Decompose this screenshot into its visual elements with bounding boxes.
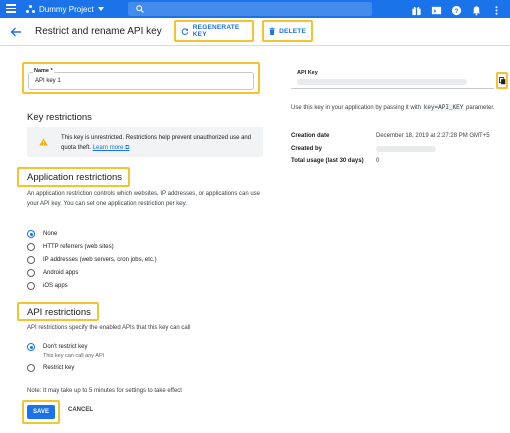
copy-icon bbox=[499, 77, 506, 85]
delete-button[interactable]: DELETE bbox=[262, 20, 313, 42]
radio-label: Android apps bbox=[43, 270, 79, 276]
name-field-value[interactable]: API key 1 bbox=[35, 78, 61, 84]
api-key-help: Use this key in your application by pass… bbox=[291, 103, 503, 113]
hamburger-menu-icon[interactable] bbox=[6, 4, 16, 14]
api-key-param-code: key=API_KEY bbox=[422, 104, 465, 111]
search-icon bbox=[136, 5, 144, 13]
app-restriction-option-http-referrers[interactable]: HTTP referrers (web sites) bbox=[27, 242, 114, 252]
api-restrictions-title: API restrictions bbox=[27, 307, 91, 318]
back-arrow-icon[interactable] bbox=[10, 26, 22, 38]
warning-text: This key is unrestricted. Restrictions h… bbox=[61, 135, 252, 151]
created-by-label: Created by bbox=[291, 146, 323, 152]
app-restriction-option-android-apps[interactable]: Android apps bbox=[27, 268, 78, 278]
delete-label: DELETE bbox=[279, 27, 306, 35]
name-field-highlight: API key 1 Name * bbox=[22, 62, 260, 94]
learn-more-label: Learn more bbox=[92, 145, 124, 151]
radio-button-checked[interactable] bbox=[27, 343, 35, 351]
top-app-bar: Dummy Project ? bbox=[0, 0, 510, 18]
save-button[interactable]: SAVE bbox=[27, 405, 55, 419]
name-field-label: Name * bbox=[33, 68, 54, 74]
refresh-icon bbox=[181, 27, 189, 35]
radio-label: IP addresses (web servers, cron jobs, et… bbox=[43, 257, 157, 263]
radio-button-checked[interactable] bbox=[27, 230, 35, 238]
settings-delay-note: Note: It may take up to 5 minutes for se… bbox=[27, 388, 182, 394]
radio-button[interactable] bbox=[27, 269, 35, 277]
radio-label: Restrict key bbox=[43, 365, 75, 371]
app-restriction-option-none[interactable]: None bbox=[27, 229, 57, 239]
regenerate-key-label: REGENERATE KEY bbox=[192, 24, 240, 38]
application-restrictions-description: An application restriction controls whic… bbox=[27, 191, 261, 207]
creation-date-value: December 18, 2019 at 2:27:28 PM GMT+5 bbox=[376, 133, 490, 139]
bell-icon[interactable] bbox=[471, 3, 482, 16]
radio-label: Don't restrict key This key can call any… bbox=[43, 342, 104, 360]
radio-label: iOS apps bbox=[43, 283, 68, 289]
regenerate-key-button[interactable]: REGENERATE KEY bbox=[174, 20, 254, 42]
save-button-highlight: SAVE bbox=[22, 400, 60, 424]
api-key-help-suffix: parameter. bbox=[466, 105, 495, 111]
application-restrictions-highlight: Application restrictions bbox=[17, 167, 130, 187]
radio-label: None bbox=[43, 231, 58, 237]
more-vert-icon[interactable] bbox=[491, 3, 502, 15]
gift-icon[interactable] bbox=[411, 3, 422, 16]
application-restrictions-title: Application restrictions bbox=[27, 172, 123, 183]
open-in-new-icon: ⧉ bbox=[125, 145, 130, 151]
dont-restrict-sublabel: This key can call any API bbox=[43, 353, 105, 359]
name-field[interactable]: API key 1 bbox=[28, 72, 254, 90]
terminal-icon[interactable] bbox=[431, 3, 442, 15]
api-key-label: API Key bbox=[297, 70, 318, 76]
radio-button[interactable] bbox=[27, 364, 35, 372]
help-icon[interactable]: ? bbox=[451, 3, 462, 16]
total-usage-label: Total usage (last 30 days) bbox=[291, 158, 364, 164]
radio-button[interactable] bbox=[27, 282, 35, 290]
dont-restrict-label: Don't restrict key bbox=[43, 344, 88, 350]
radio-button[interactable] bbox=[27, 256, 35, 264]
svg-text:?: ? bbox=[455, 8, 459, 15]
api-key-field[interactable] bbox=[291, 73, 494, 89]
unrestricted-warning: This key is unrestricted. Restrictions h… bbox=[27, 127, 263, 157]
key-restrictions-title: Key restrictions bbox=[27, 112, 92, 123]
total-usage-value: 0 bbox=[376, 158, 380, 164]
created-by-value-redacted bbox=[376, 146, 436, 152]
api-restrictions-highlight: API restrictions bbox=[17, 302, 99, 321]
cancel-button[interactable]: CANCEL bbox=[68, 407, 93, 413]
learn-more-link[interactable]: Learn more ⧉ bbox=[93, 145, 130, 151]
project-icon bbox=[26, 4, 35, 14]
app-restriction-option-ios-apps[interactable]: iOS apps bbox=[27, 281, 68, 291]
app-restriction-option-ip-addresses[interactable]: IP addresses (web servers, cron jobs, et… bbox=[27, 255, 157, 265]
api-key-help-prefix: Use this key in your application by pass… bbox=[291, 105, 422, 111]
page-header: Restrict and rename API key REGENERATE K… bbox=[0, 18, 510, 46]
copy-api-key-button[interactable] bbox=[496, 72, 508, 89]
api-restrictions-description: API restrictions specify the enabled API… bbox=[27, 325, 191, 331]
api-key-value-redacted bbox=[297, 79, 467, 85]
chevron-down-icon bbox=[97, 7, 104, 11]
radio-label: HTTP referrers (web sites) bbox=[43, 244, 114, 250]
project-name: Dummy Project bbox=[39, 4, 94, 14]
search-bar[interactable] bbox=[128, 2, 372, 16]
radio-button[interactable] bbox=[27, 243, 35, 251]
api-restriction-option-dont-restrict[interactable]: Don't restrict key This key can call any… bbox=[27, 342, 104, 360]
creation-date-label: Creation date bbox=[291, 133, 330, 139]
page-title: Restrict and rename API key bbox=[35, 26, 162, 37]
project-selector[interactable]: Dummy Project bbox=[26, 2, 104, 16]
trash-icon bbox=[269, 27, 275, 35]
warning-icon bbox=[39, 138, 48, 146]
api-restriction-option-restrict-key[interactable]: Restrict key bbox=[27, 363, 74, 373]
